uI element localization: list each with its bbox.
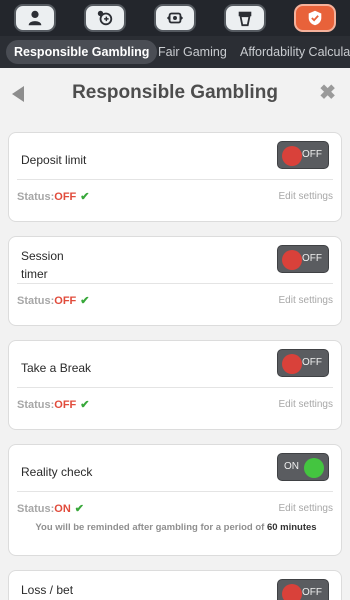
tab-bar: Responsible Gambling Fair Gaming Afforda… <box>0 36 350 68</box>
reality-check-card: Reality check ON Status:ON ✔ Edit setting… <box>8 444 342 556</box>
status-value: OFF <box>54 295 77 307</box>
edit-settings-link[interactable]: Edit settings <box>279 503 333 514</box>
toggle-label: OFF <box>302 587 322 598</box>
reminder-duration: 60 minutes <box>266 522 317 533</box>
take-a-break-card: Take a Break OFF Status:OFF ✔ Edit settin… <box>8 340 342 430</box>
reminder-note-text: You will be reminded after gambling for … <box>35 522 265 533</box>
status-value: OFF <box>54 191 77 203</box>
card-title: Deposit limit <box>21 153 87 167</box>
safety-button[interactable] <box>294 4 336 32</box>
toggle-knob <box>304 458 324 478</box>
account-button[interactable] <box>14 4 56 32</box>
status-label: Status: <box>17 191 55 203</box>
divider <box>17 387 333 388</box>
shield-check-icon <box>308 10 322 26</box>
check-icon: ✔ <box>80 191 90 203</box>
toggle-label: OFF <box>302 253 322 264</box>
toggle-knob <box>282 354 302 374</box>
reminder-note: You will be reminded after gambling for … <box>9 522 343 533</box>
toggle-label: OFF <box>302 149 322 160</box>
divider <box>17 491 333 492</box>
toggle-knob <box>282 584 302 600</box>
close-icon[interactable]: ✖ <box>319 80 336 105</box>
status-label: Status: <box>17 503 55 515</box>
divider <box>17 179 333 180</box>
check-icon: ✔ <box>80 399 90 411</box>
toggle-label: ON <box>284 461 299 472</box>
card-title: Loss / bet <box>21 583 74 597</box>
edit-settings-link[interactable]: Edit settings <box>279 399 333 410</box>
toggle-knob <box>282 146 302 166</box>
tab-responsible-gambling[interactable]: Responsible Gambling <box>6 40 158 64</box>
take-a-break-toggle[interactable]: OFF <box>277 349 329 377</box>
card-title: Take a Break <box>21 361 92 375</box>
check-icon: ✔ <box>74 503 84 515</box>
status-label: Status: <box>17 295 55 307</box>
loss-bet-card: Loss / bet OFF <box>8 570 342 600</box>
support-button[interactable] <box>84 4 126 32</box>
edit-settings-link[interactable]: Edit settings <box>279 295 333 306</box>
loss-bet-toggle[interactable]: OFF <box>277 579 329 600</box>
bonus-button[interactable] <box>154 4 196 32</box>
rewards-button[interactable] <box>224 4 266 32</box>
status-label: Status: <box>17 399 55 411</box>
cup-icon <box>238 11 252 27</box>
card-title-line: timer <box>21 267 48 281</box>
status-row: Status:OFF ✔ <box>17 294 90 307</box>
page-title: Responsible Gambling <box>72 82 278 103</box>
status-row: Status:ON ✔ <box>17 502 84 515</box>
card-title-line: Session <box>21 249 64 263</box>
top-icon-bar <box>0 0 350 36</box>
check-icon: ✔ <box>80 295 90 307</box>
deposit-limit-toggle[interactable]: OFF <box>277 141 329 169</box>
toggle-knob <box>282 250 302 270</box>
tab-fair-gaming[interactable]: Fair Gaming <box>158 40 227 64</box>
deposit-limit-card: Deposit limit OFF Status:OFF ✔ Edit setti… <box>8 132 342 222</box>
divider <box>17 283 333 284</box>
session-timer-toggle[interactable]: OFF <box>277 245 329 273</box>
toggle-label: OFF <box>302 357 322 368</box>
edit-settings-link[interactable]: Edit settings <box>279 191 333 202</box>
tab-affordability-calculator[interactable]: Affordability Calculator <box>240 40 350 64</box>
card-title: Reality check <box>21 465 93 479</box>
status-row: Status:OFF ✔ <box>17 190 90 203</box>
ticket-icon <box>166 12 184 24</box>
status-row: Status:OFF ✔ <box>17 398 90 411</box>
status-value: ON <box>54 503 71 515</box>
page-header: Responsible Gambling ✖ <box>0 68 350 118</box>
session-timer-card: Session timer OFF Status:OFF ✔ Edit setti… <box>8 236 342 326</box>
status-value: OFF <box>54 399 77 411</box>
user-icon <box>28 10 42 26</box>
card-title: Session timer <box>21 247 64 283</box>
reality-check-toggle[interactable]: ON <box>277 453 329 481</box>
chat-support-icon <box>97 10 113 26</box>
